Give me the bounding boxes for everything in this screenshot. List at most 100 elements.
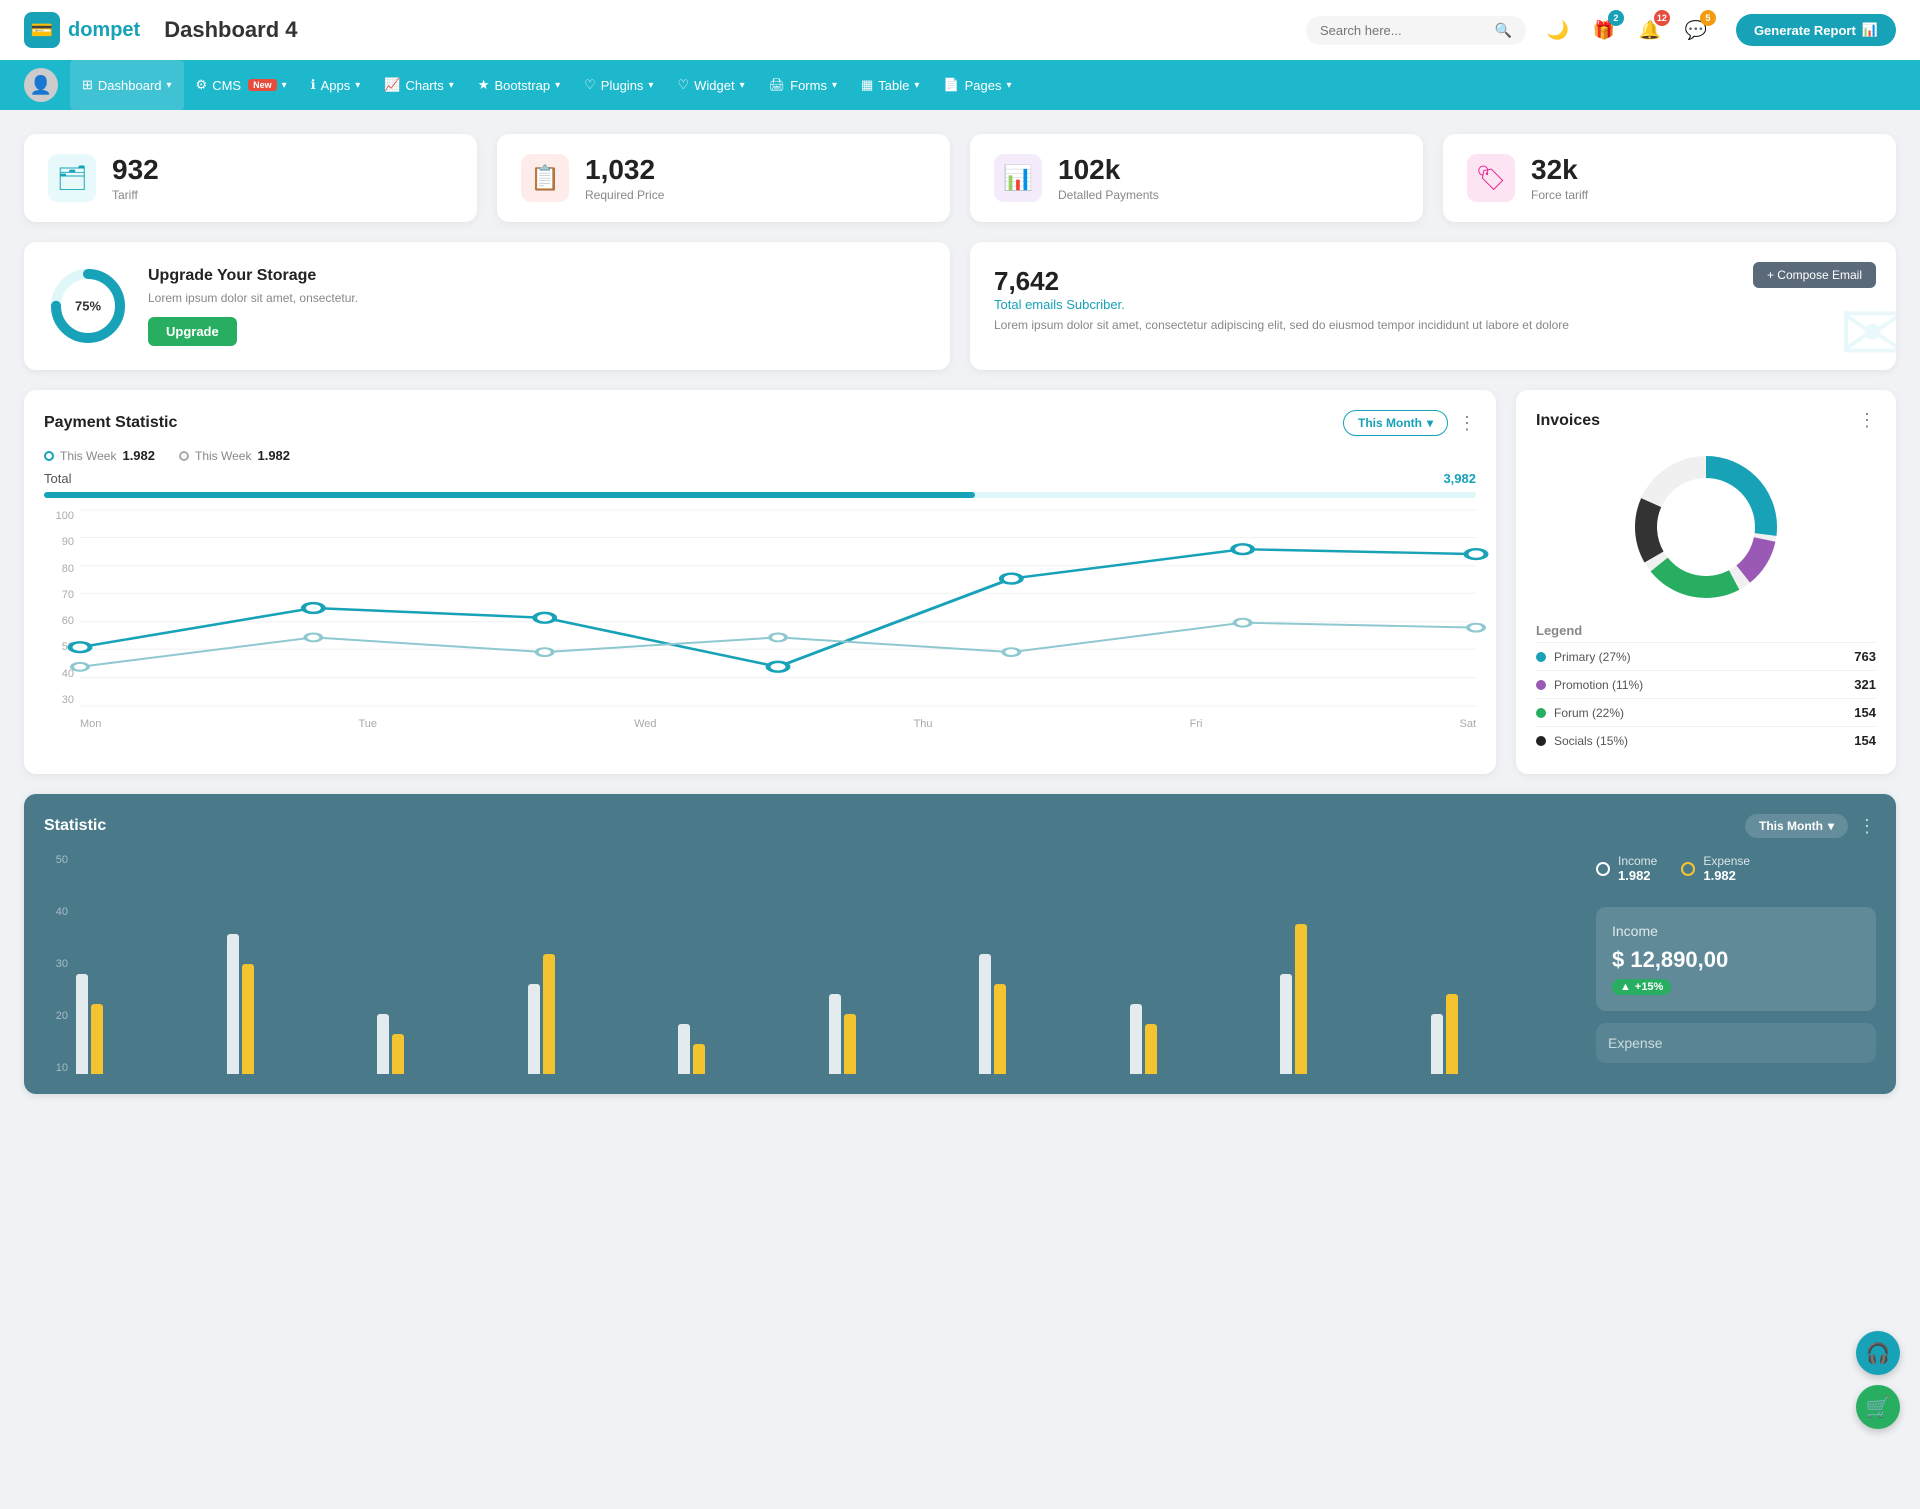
invoices-header: Invoices ⋮ bbox=[1536, 410, 1876, 431]
table-chevron-icon: ▾ bbox=[914, 80, 919, 91]
bar-white-6 bbox=[829, 994, 841, 1074]
nav-forms[interactable]: 🖨 Forms ▾ bbox=[757, 60, 849, 110]
forum-color-dot bbox=[1536, 708, 1546, 718]
nav-widget[interactable]: ♡ Widget ▾ bbox=[665, 60, 756, 110]
payment-chart-card: Payment Statistic This Month ▾ ⋮ This We… bbox=[24, 390, 1496, 774]
statistic-more-icon[interactable]: ⋮ bbox=[1858, 816, 1876, 837]
storage-percent: 75% bbox=[75, 299, 101, 314]
expense-legend-label: Expense bbox=[1703, 854, 1750, 868]
storage-card: 75% Upgrade Your Storage Lorem ipsum dol… bbox=[24, 242, 950, 370]
gift-icon-btn[interactable]: 🎁 2 bbox=[1588, 14, 1620, 46]
payment-chart-header: Payment Statistic This Month ▾ ⋮ bbox=[44, 410, 1476, 436]
income-panel-value: $ 12,890,00 bbox=[1612, 947, 1860, 973]
page-title: Dashboard 4 bbox=[164, 17, 1306, 43]
bar-group-4 bbox=[528, 954, 674, 1074]
income-panel-title: Income bbox=[1612, 923, 1860, 939]
plugins-icon: ♡ bbox=[584, 77, 596, 93]
main-content: 🗂 932 Tariff 📋 1,032 Required Price 📊 10… bbox=[0, 110, 1920, 1118]
statistic-legend: Income 1.982 Expense 1.982 bbox=[1596, 854, 1876, 883]
bar-yellow-2 bbox=[242, 964, 254, 1074]
bar-group-3 bbox=[377, 1014, 523, 1074]
bar-yellow-10 bbox=[1446, 994, 1458, 1074]
search-input[interactable] bbox=[1320, 23, 1487, 38]
table-icon: ▦ bbox=[861, 77, 873, 93]
stat-card-detalled-payments: 📊 102k Detalled Payments bbox=[970, 134, 1423, 222]
promotion-value: 321 bbox=[1854, 677, 1876, 692]
income-badge-value: +15% bbox=[1635, 981, 1663, 993]
nav-table-label: Table bbox=[878, 78, 909, 93]
nav-charts[interactable]: 📈 Charts ▾ bbox=[372, 60, 466, 110]
payment-progress-bar bbox=[44, 492, 1476, 498]
upgrade-button[interactable]: Upgrade bbox=[148, 317, 237, 346]
bar-chart-container: 50 40 30 20 10 bbox=[44, 854, 1576, 1074]
storage-info: Upgrade Your Storage Lorem ipsum dolor s… bbox=[148, 267, 358, 346]
nav-plugins[interactable]: ♡ Plugins ▾ bbox=[572, 60, 665, 110]
nav-pages[interactable]: 📄 Pages ▾ bbox=[931, 60, 1023, 110]
bar-group-10 bbox=[1431, 994, 1577, 1074]
mid-row: 75% Upgrade Your Storage Lorem ipsum dol… bbox=[24, 242, 1896, 370]
invoices-donut-svg bbox=[1626, 447, 1786, 607]
stat-card-force-tariff: 🏷 32k Force tariff bbox=[1443, 134, 1896, 222]
statistic-card: Statistic This Month ▾ ⋮ 50 40 30 20 bbox=[24, 794, 1896, 1094]
pages-icon: 📄 bbox=[943, 77, 959, 93]
cms-chevron-icon: ▾ bbox=[282, 80, 287, 91]
line-chart-svg bbox=[80, 510, 1476, 706]
legend-val-1: 1.982 bbox=[122, 448, 155, 463]
bar-yellow-1 bbox=[91, 1004, 103, 1074]
this-month-button[interactable]: This Month ▾ bbox=[1343, 410, 1448, 436]
invoices-more-icon[interactable]: ⋮ bbox=[1858, 410, 1876, 431]
nav-dashboard[interactable]: ⊞ Dashboard ▾ bbox=[70, 60, 184, 110]
float-buttons: 🎧 🛒 bbox=[1856, 1331, 1900, 1429]
tariff-icon: 🗂 bbox=[48, 154, 96, 202]
header-icons: 🌙 🎁 2 🔔 12 💬 5 Generate Report 📊 bbox=[1542, 14, 1896, 46]
required-price-label: Required Price bbox=[585, 188, 664, 202]
income-legend-label: Income bbox=[1618, 854, 1657, 868]
invoices-card: Invoices ⋮ Leg bbox=[1516, 390, 1896, 774]
bar-white-4 bbox=[528, 984, 540, 1074]
bar-yellow-5 bbox=[693, 1044, 705, 1074]
generate-report-button[interactable]: Generate Report 📊 bbox=[1736, 14, 1896, 46]
nav-bootstrap-label: Bootstrap bbox=[494, 78, 550, 93]
bar-chart-icon: 📊 bbox=[1862, 22, 1878, 38]
apps-icon: ℹ bbox=[311, 77, 316, 93]
chat-icon-btn[interactable]: 💬 5 bbox=[1680, 14, 1712, 46]
float-headset-button[interactable]: 🎧 bbox=[1856, 1331, 1900, 1375]
compose-email-button[interactable]: + Compose Email bbox=[1753, 262, 1876, 288]
moon-icon-btn[interactable]: 🌙 bbox=[1542, 14, 1574, 46]
period-label: This Month bbox=[1358, 416, 1422, 430]
primary-value: 763 bbox=[1854, 649, 1876, 664]
legend-val-2: 1.982 bbox=[257, 448, 290, 463]
bar-yellow-6 bbox=[844, 1014, 856, 1074]
logo-text: dompet bbox=[68, 19, 140, 42]
promotion-color-dot bbox=[1536, 680, 1546, 690]
bell-icon-btn[interactable]: 🔔 12 bbox=[1634, 14, 1666, 46]
expense-legend-circle bbox=[1681, 862, 1695, 876]
float-cart-button[interactable]: 🛒 bbox=[1856, 1385, 1900, 1429]
pages-chevron-icon: ▾ bbox=[1006, 80, 1011, 91]
force-tariff-label: Force tariff bbox=[1531, 188, 1588, 202]
payment-total-row: Total 3,982 bbox=[44, 471, 1476, 486]
email-card: + Compose Email 7,642 Total emails Subcr… bbox=[970, 242, 1896, 370]
legend-forum: Forum (22%) 154 bbox=[1536, 698, 1876, 726]
detalled-payments-label: Detalled Payments bbox=[1058, 188, 1159, 202]
nav-bootstrap[interactable]: ★ Bootstrap ▾ bbox=[466, 60, 572, 110]
statistic-period-button[interactable]: This Month ▾ bbox=[1745, 814, 1848, 838]
bar-groups bbox=[76, 854, 1576, 1074]
nav-cms[interactable]: ⚙ CMS New ▾ bbox=[184, 60, 299, 110]
storage-desc: Lorem ipsum dolor sit amet, onsectetur. bbox=[148, 291, 358, 305]
nav-charts-label: Charts bbox=[405, 78, 443, 93]
bar-white-9 bbox=[1280, 974, 1292, 1074]
bar-white-5 bbox=[678, 1024, 690, 1074]
bar-white-1 bbox=[76, 974, 88, 1074]
expense-panel-title: Expense bbox=[1608, 1035, 1864, 1051]
payment-chart-more-icon[interactable]: ⋮ bbox=[1458, 413, 1476, 434]
invoices-title: Invoices bbox=[1536, 412, 1600, 430]
search-icon: 🔍 bbox=[1495, 22, 1512, 39]
payment-progress-fill bbox=[44, 492, 975, 498]
nav-forms-label: Forms bbox=[790, 78, 827, 93]
email-subtitle: Total emails Subcriber. bbox=[994, 297, 1872, 312]
nav-apps[interactable]: ℹ Apps ▾ bbox=[299, 60, 373, 110]
forms-chevron-icon: ▾ bbox=[832, 80, 837, 91]
forms-icon: 🖨 bbox=[769, 77, 786, 93]
nav-table[interactable]: ▦ Table ▾ bbox=[849, 60, 931, 110]
